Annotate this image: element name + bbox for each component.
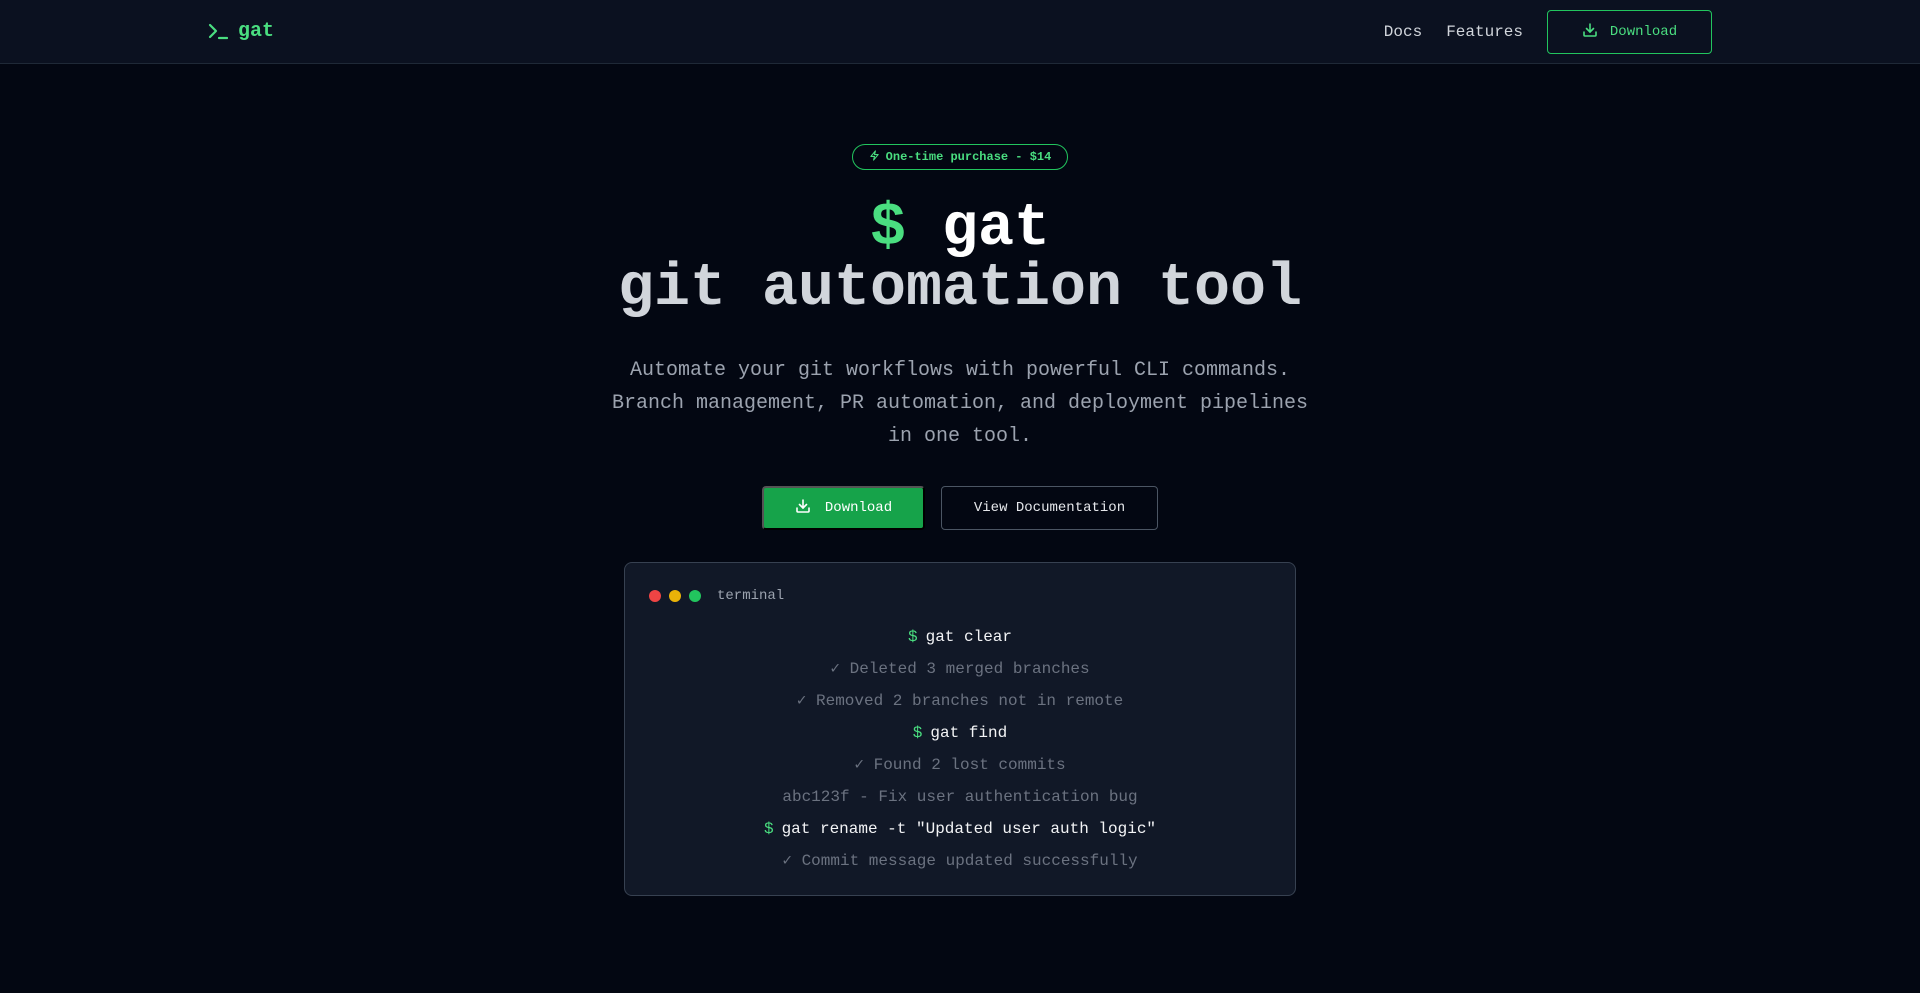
terminal-prompt-icon (208, 22, 228, 40)
pricing-badge: One-time purchase - $14 (852, 144, 1068, 170)
terminal-output-line: ✓ Found 2 lost commits (854, 756, 1066, 774)
terminal-command: gat find (930, 724, 1008, 742)
download-icon (795, 498, 811, 519)
terminal-output-line: ✓ Commit message updated successfully (782, 852, 1138, 870)
hero-actions: Download View Documentation (762, 486, 1158, 530)
terminal-command: gat clear (925, 628, 1013, 646)
hero-download-button[interactable]: Download (762, 486, 925, 530)
hero-description: Automate your git workflows with powerfu… (611, 359, 1309, 448)
hero-tagline: git automation tool (617, 255, 1303, 323)
terminal-command: gat rename -t "Updated user auth logic" (781, 820, 1157, 838)
nav-download-label: Download (1609, 24, 1678, 40)
hero-title: $ gat (0, 199, 1920, 259)
view-documentation-button[interactable]: View Documentation (941, 486, 1158, 530)
terminal-output-line: ✓ Removed 2 branches not in remote (796, 692, 1124, 710)
minimize-dot-icon (669, 590, 681, 602)
brand-logo[interactable]: gat (208, 18, 274, 44)
hero-title-name: gat (942, 195, 1051, 263)
terminal-prompt: $ (763, 820, 774, 838)
nav-links: Docs Features Download (1384, 10, 1712, 54)
terminal-output-line: ✓ Deleted 3 merged branches (830, 660, 1090, 678)
terminal-header: terminal (649, 588, 1271, 604)
nav-link-docs[interactable]: Docs (1384, 23, 1422, 41)
nav-link-features[interactable]: Features (1446, 23, 1523, 41)
hero-download-label: Download (824, 500, 893, 516)
close-dot-icon (649, 590, 661, 602)
maximize-dot-icon (689, 590, 701, 602)
terminal-prompt: $ (912, 724, 923, 742)
terminal-command-line: $ gat rename -t "Updated user auth logic" (649, 813, 1271, 845)
nav-download-button[interactable]: Download (1547, 10, 1712, 54)
terminal-window: terminal $ gat clear ✓ Deleted 3 merged b… (624, 562, 1296, 896)
top-navbar: gat Docs Features Download (0, 0, 1920, 64)
terminal-output-line: abc123f - Fix user authentication bug (782, 788, 1138, 806)
terminal-command-line: $ gat find (649, 717, 1271, 749)
download-icon (1582, 22, 1598, 43)
pricing-badge-text: One-time purchase - $14 (885, 150, 1052, 164)
terminal-label: terminal (717, 588, 785, 604)
terminal-command-line: $ gat clear (649, 621, 1271, 653)
hero-title-prompt: $ (869, 195, 906, 263)
brand-name: gat (238, 19, 275, 43)
terminal-prompt: $ (907, 628, 918, 646)
zap-icon (869, 149, 880, 165)
